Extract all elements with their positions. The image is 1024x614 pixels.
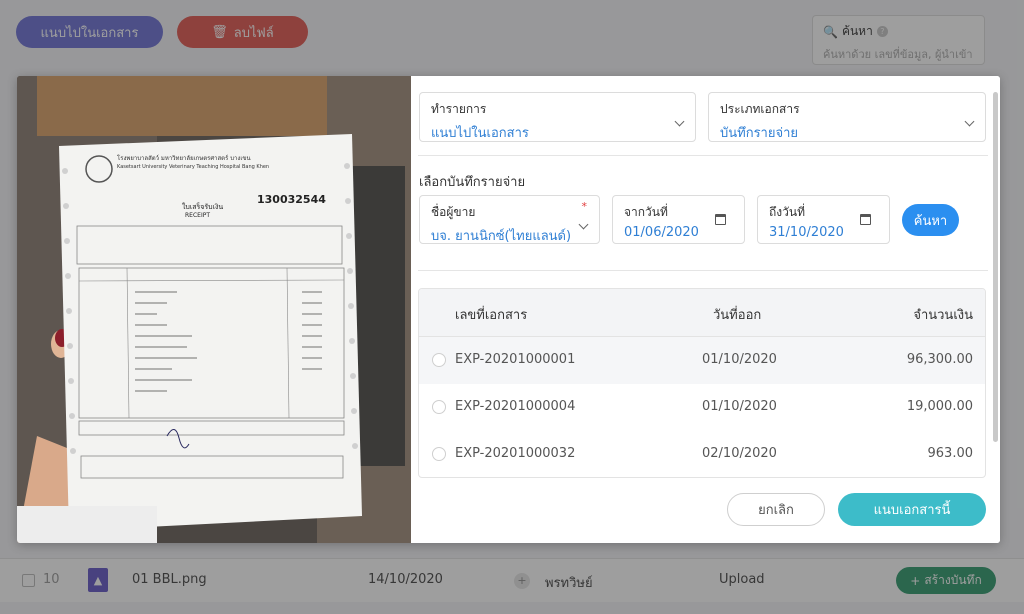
calendar-icon[interactable] xyxy=(860,214,871,225)
receipt-title-en: RECEIPT xyxy=(185,212,210,219)
required-mark: * xyxy=(581,200,588,213)
doc-no: EXP-20201000032 xyxy=(455,446,576,461)
header-doc-no: เลขที่เอกสาร xyxy=(455,308,528,323)
table-row[interactable]: EXP-20201000004 01/10/2020 19,000.00 xyxy=(419,384,985,431)
divider xyxy=(418,270,988,271)
to-date-value: 31/10/2020 xyxy=(769,225,844,240)
doc-no: EXP-20201000004 xyxy=(455,399,576,414)
receipt-number: 130032544 xyxy=(257,193,326,206)
action-value: แนบไปในเอกสาร xyxy=(431,126,529,141)
row-radio[interactable] xyxy=(432,447,446,461)
from-date-value: 01/06/2020 xyxy=(624,225,699,240)
receipt-title-th: ใบเสร็จรับเงิน xyxy=(182,202,223,211)
header-amount: จำนวนเงิน xyxy=(913,308,973,323)
panel-scrollbar[interactable] xyxy=(993,92,998,442)
expense-records-table: เลขที่เอกสาร วันที่ออก จำนวนเงิน EXP-202… xyxy=(418,288,986,478)
vendor-select[interactable]: ชื่อผู้ขาย บจ. ยานนิกซ์(ไทยแลนด์) * xyxy=(419,195,600,244)
header-issue-date: วันที่ออก xyxy=(713,308,762,323)
receipt-hospital-en: Kasetsart University Veterinary Teaching… xyxy=(117,164,269,170)
issue-date: 02/10/2020 xyxy=(702,446,777,461)
vendor-value: บจ. ยานนิกซ์(ไทยแลนด์) xyxy=(431,229,572,244)
vendor-label: ชื่อผู้ขาย xyxy=(431,205,476,219)
amount: 19,000.00 xyxy=(906,399,973,414)
doc-no: EXP-20201000001 xyxy=(455,352,576,367)
table-row[interactable]: EXP-20201000032 02/10/2020 963.00 xyxy=(419,431,985,477)
issue-date: 01/10/2020 xyxy=(702,352,777,367)
document-type-select[interactable]: ประเภทเอกสาร บันทึกรายจ่าย xyxy=(708,92,986,142)
document-type-label: ประเภทเอกสาร xyxy=(720,102,800,116)
amount: 963.00 xyxy=(927,446,974,461)
calendar-icon[interactable] xyxy=(715,214,726,225)
attach-document-button[interactable]: แนบเอกสารนี้ xyxy=(838,493,986,526)
divider xyxy=(418,155,988,156)
to-date-field[interactable]: ถึงวันที่ 31/10/2020 xyxy=(757,195,890,244)
receipt-photo-preview: โรงพยาบาลสัตว์ มหาวิทยาลัยเกษตรศาสตร์ บา… xyxy=(17,76,411,543)
receipt-image: โรงพยาบาลสัตว์ มหาวิทยาลัยเกษตรศาสตร์ บา… xyxy=(17,76,411,543)
row-radio[interactable] xyxy=(432,353,446,367)
action-label: ทำรายการ xyxy=(431,102,487,116)
row-radio[interactable] xyxy=(432,400,446,414)
table-row[interactable]: EXP-20201000001 01/10/2020 96,300.00 xyxy=(419,337,985,384)
search-button[interactable]: ค้นหา xyxy=(902,204,959,236)
amount: 96,300.00 xyxy=(906,352,973,367)
receipt-hospital-th: โรงพยาบาลสัตว์ มหาวิทยาลัยเกษตรศาสตร์ บา… xyxy=(117,154,251,162)
action-select[interactable]: ทำรายการ แนบไปในเอกสาร xyxy=(419,92,696,142)
table-header: เลขที่เอกสาร วันที่ออก จำนวนเงิน xyxy=(419,289,985,337)
attach-document-modal: โรงพยาบาลสัตว์ มหาวิทยาลัยเกษตรศาสตร์ บา… xyxy=(17,76,1000,543)
section-title: เลือกบันทึกรายจ่าย xyxy=(419,175,526,190)
attach-form-panel: ทำรายการ แนบไปในเอกสาร ประเภทเอกสาร บันท… xyxy=(411,76,1000,543)
document-type-value: บันทึกรายจ่าย xyxy=(720,126,799,141)
issue-date: 01/10/2020 xyxy=(702,399,777,414)
from-date-field[interactable]: จากวันที่ 01/06/2020 xyxy=(612,195,745,244)
cancel-button[interactable]: ยกเลิก xyxy=(727,493,825,526)
